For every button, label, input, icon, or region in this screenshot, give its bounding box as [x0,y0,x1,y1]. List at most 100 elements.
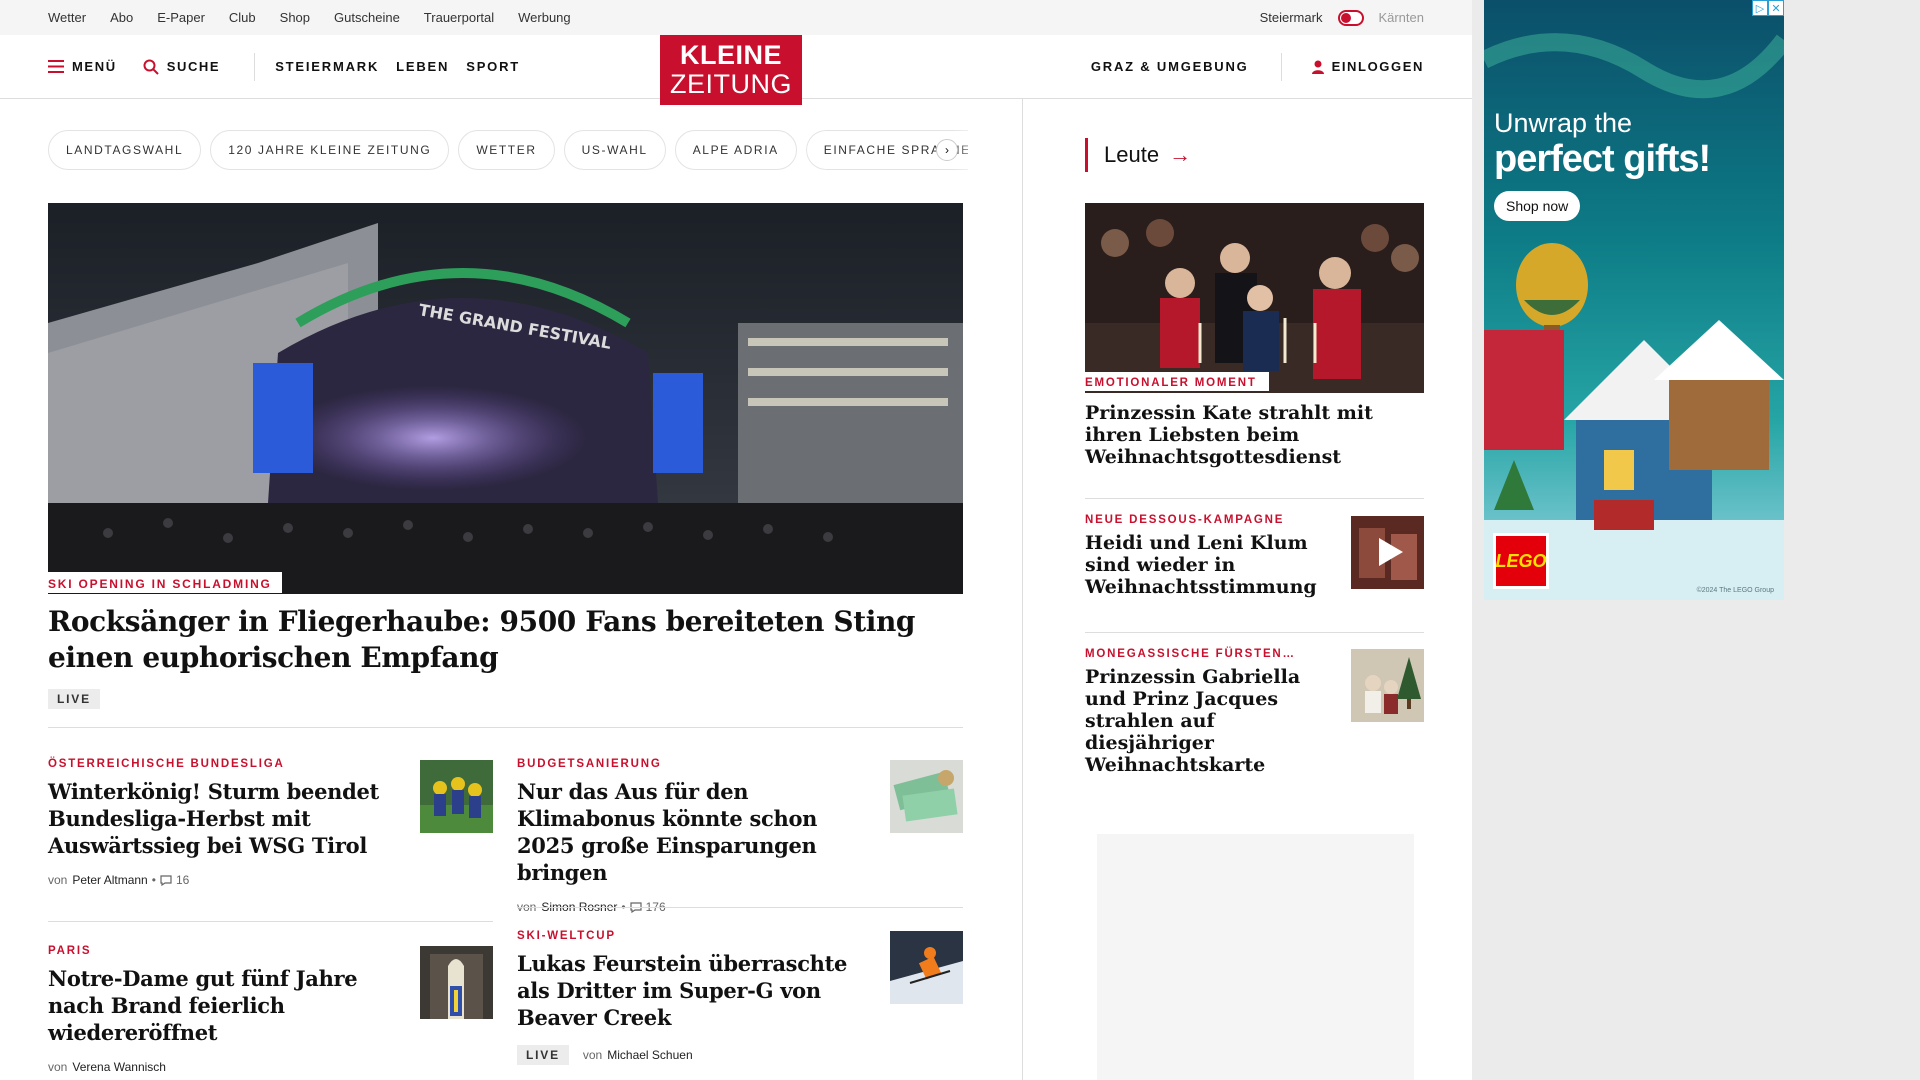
nav-link-graz[interactable]: GRAZ & UMGEBUNG [1091,59,1249,74]
live-badge: LIVE [517,1045,569,1065]
video-photo [1351,516,1424,589]
comment-icon [160,874,172,886]
tag-120-jahre[interactable]: 120 JAHRE KLEINE ZEITUNG [210,130,450,170]
christmas-card-photo [1351,649,1424,722]
tag-us-wahl[interactable]: US-WAHL [563,130,666,170]
utility-link-gutscheine[interactable]: Gutscheine [334,10,400,25]
author-name[interactable]: Verena Wannisch [72,1060,166,1074]
article-thumbnail[interactable] [890,931,963,1004]
column-divider [1022,99,1023,1080]
section-heading-label: Leute [1104,142,1160,167]
article-meta: LIVE von Michael Schuen [517,1045,867,1065]
article-headline[interactable]: Lukas Feurstein überraschte als Dritter … [517,950,867,1031]
author-name[interactable]: Michael Schuen [607,1048,692,1062]
hero-headline[interactable]: Rocksänger in Fliegerhaube: 9500 Fans be… [48,604,928,676]
region-inactive-label[interactable]: Kärnten [1378,10,1424,25]
banknotes-photo [890,760,963,833]
utility-link-abo[interactable]: Abo [110,10,133,25]
logo-line2: ZEITUNG [670,69,792,99]
article-card[interactable]: SKI-WELTCUP Lukas Feurstein überraschte … [517,930,867,1065]
region-switch: Steiermark Kärnten [1260,0,1424,35]
hero-photo: THE GRAND FESTIVAL [48,203,963,594]
article-thumbnail[interactable] [1351,649,1424,722]
ad-headline-2: perfect gifts! [1494,138,1711,180]
skier-photo [890,931,963,1004]
article-headline[interactable]: Nur das Aus für den Klimabonus könnte sc… [517,778,867,886]
section-heading-leute[interactable]: Leute → [1085,138,1191,172]
meta-separator: • [151,873,156,887]
utility-bar: Wetter Abo E-Paper Club Shop Gutscheine … [0,0,1472,35]
user-icon [1311,60,1324,74]
ad-close-icon[interactable]: ✕ [1768,0,1784,16]
hero-kicker: SKI OPENING IN SCHLADMING [48,572,282,593]
comment-count-value: 16 [175,873,190,887]
nav-link-sport[interactable]: SPORT [466,59,520,74]
utility-links: Wetter Abo E-Paper Club Shop Gutscheine … [48,0,595,35]
article-thumbnail[interactable] [420,946,493,1019]
sidebar-divider [1085,498,1424,499]
sidebar-lead-kicker: EMOTIONALER MOMENT [1085,377,1257,389]
ad-brand-logo: LEGO [1493,533,1549,589]
ad-controls: ▷ ✕ [1752,0,1784,16]
nav-left: MENÜ SUCHE STEIERMARK LEBEN SPORT [48,35,537,98]
byline-prefix: von [48,873,68,887]
tag-wetter[interactable]: WETTER [458,130,555,170]
byline-prefix: von [48,1060,68,1074]
login-button[interactable]: EINLOGGEN [1311,59,1424,74]
site-logo[interactable]: KLEINE ZEITUNG [660,35,802,105]
utility-link-shop[interactable]: Shop [280,10,310,25]
chevron-right-icon: › [945,143,949,157]
utility-link-wetter[interactable]: Wetter [48,10,86,25]
menu-button[interactable]: MENÜ [48,59,117,74]
article-meta: von Peter Altmann • 16 [48,873,398,887]
article-kicker: BUDGETSANIERUNG [517,758,662,770]
utility-link-epaper[interactable]: E-Paper [157,10,205,25]
ad-cta-button[interactable]: Shop now [1494,191,1581,221]
comment-count[interactable]: 16 [160,873,189,887]
nav-link-leben[interactable]: LEBEN [396,59,449,74]
tag-landtagswahl[interactable]: LANDTAGSWAHL [48,130,202,170]
login-label: EINLOGGEN [1331,59,1424,74]
article-card[interactable]: BUDGETSANIERUNG Nur das Aus für den Klim… [517,758,867,914]
author-name[interactable]: Peter Altmann [72,873,147,887]
region-toggle[interactable] [1338,9,1365,26]
ad-placeholder [1097,834,1414,1080]
nav-divider-right [1280,52,1282,81]
article-card[interactable]: ÖSTERREICHISCHE BUNDESLIGA Winterkönig! … [48,758,398,887]
article-headline[interactable]: Notre-Dame gut fünf Jahre nach Brand fei… [48,965,398,1046]
video-thumbnail[interactable] [1351,516,1424,589]
utility-link-club[interactable]: Club [229,10,256,25]
article-thumbnail[interactable] [420,760,493,833]
section-divider [48,727,963,728]
article-kicker: PARIS [48,945,92,957]
ad-info-icon[interactable]: ▷ [1752,0,1768,16]
utility-link-trauerportal[interactable]: Trauerportal [424,10,494,25]
live-badge: LIVE [48,689,100,709]
ad-headline-1: Unwrap the [1494,108,1633,138]
hamburger-icon [48,60,64,73]
tag-alpe-adria[interactable]: ALPE ADRIA [674,130,797,170]
arrow-right-icon: → [1169,142,1192,167]
sidebar-lead-headline[interactable]: Prinzessin Kate strahlt mit ihren Liebst… [1085,402,1405,468]
sidebar-article-headline[interactable]: Prinzessin Gabriella und Prinz Jacques s… [1085,666,1325,776]
nav-link-steiermark[interactable]: STEIERMARK [275,59,379,74]
sidebar-lead-image[interactable] [1085,203,1424,393]
sidebar-article-headline[interactable]: Heidi und Leni Klum sind wieder in Weihn… [1085,532,1325,598]
main-header: MENÜ SUCHE STEIERMARK LEBEN SPORT KLEINE… [0,35,1472,105]
article-thumbnail[interactable] [890,760,963,833]
search-button[interactable]: SUCHE [143,59,221,75]
nav-divider [254,52,256,81]
article-card[interactable]: PARIS Notre-Dame gut fünf Jahre nach Bra… [48,945,398,1074]
advertisement[interactable]: ▷ ✕ Unwrap the perfect gifts! Shop now L… [1484,0,1784,600]
article-kicker: SKI-WELTCUP [517,930,616,942]
hero-image[interactable]: THE GRAND FESTIVAL [48,203,963,594]
article-headline[interactable]: Winterkönig! Sturm beendet Bundesliga-He… [48,778,398,859]
article-meta: von Verena Wannisch [48,1060,398,1074]
soccer-photo [420,760,493,833]
nav-right: GRAZ & UMGEBUNG EINLOGGEN [1091,35,1424,98]
tags-next-button[interactable]: › [936,139,958,161]
sidebar-lead-kicker-box: EMOTIONALER MOMENT [1085,372,1269,391]
topic-tags: LANDTAGSWAHL 120 JAHRE KLEINE ZEITUNG WE… [48,130,968,170]
region-active-label[interactable]: Steiermark [1260,10,1323,25]
utility-link-werbung[interactable]: Werbung [518,10,571,25]
